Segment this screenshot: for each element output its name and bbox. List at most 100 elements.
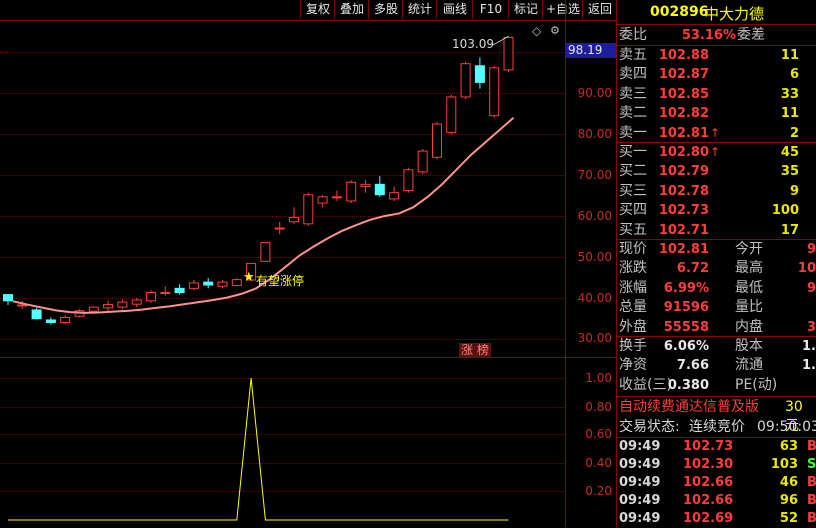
candle-body[interactable] <box>374 183 385 196</box>
quote-label2: 内盘 <box>735 318 763 335</box>
tick-direction: B <box>807 511 816 526</box>
quote-value: 6.72 <box>676 261 709 277</box>
candle-body[interactable] <box>503 36 514 71</box>
candle-body[interactable] <box>160 292 171 295</box>
bid-row[interactable]: 买五 102.71 17 <box>617 221 816 240</box>
candle-body[interactable] <box>432 123 442 158</box>
candle-body[interactable] <box>60 316 71 323</box>
tick-time: 09:49 <box>619 439 661 454</box>
candle-body[interactable] <box>203 281 214 286</box>
quote-panel: 002896 中大力德 委比 53.16% 委差 卖五 102.88 11 卖四 102… <box>617 0 816 527</box>
candle-body[interactable] <box>31 309 42 320</box>
tick-price: 102.30 <box>683 457 734 472</box>
candle-body[interactable] <box>146 292 156 302</box>
bid-volume: 17 <box>780 222 799 238</box>
bid-label: 买五 <box>619 221 647 238</box>
candle-body[interactable] <box>274 227 285 230</box>
tick-volume: 96 <box>779 493 798 508</box>
candle-body[interactable] <box>446 96 457 133</box>
candle-body[interactable] <box>174 287 185 294</box>
kline-chart[interactable] <box>0 0 616 527</box>
pin-icon[interactable]: ◇ <box>532 24 541 38</box>
arrow-up-icon: ↑ <box>710 125 721 140</box>
candle-body[interactable] <box>474 65 485 83</box>
candle-body[interactable] <box>260 242 271 262</box>
ask-volume: 11 <box>780 106 799 122</box>
bid-row[interactable]: 买三 102.78 9 <box>617 182 816 201</box>
candle-body[interactable] <box>103 304 114 309</box>
tick-volume: 46 <box>779 475 798 490</box>
limit-up-badge[interactable]: 涨 榜 <box>459 343 491 357</box>
stock-header: 002896 中大力德 <box>617 0 816 24</box>
quote-row: 涨幅 6.99% 最低 9 <box>617 279 816 298</box>
candle-body[interactable] <box>88 306 99 312</box>
stat-label2: 股本 <box>735 338 763 354</box>
candle-body[interactable] <box>331 196 342 199</box>
stat-label: 换手 <box>619 338 647 354</box>
tick-row: 09:49 102.66 96 B <box>617 492 816 510</box>
quote-value2: 9 <box>806 280 816 296</box>
bid-price: 102.79 <box>658 164 709 180</box>
candle-body[interactable] <box>360 183 371 187</box>
ask-volume: 6 <box>789 67 799 83</box>
candle-body[interactable] <box>131 299 142 305</box>
bid-row[interactable]: 买四 102.73 100 <box>617 201 816 220</box>
indicator-line <box>8 377 509 521</box>
ask-row[interactable]: 卖二 102.82 11 <box>617 104 816 123</box>
stat-row: 换手 6.06% 股本 1. <box>617 337 816 356</box>
quote-row: 现价 102.81 今开 9 <box>617 240 816 259</box>
bid-volume: 100 <box>771 203 799 219</box>
bid-row[interactable]: 买二 102.79 35 <box>617 162 816 181</box>
stat-value: 0.380 <box>667 377 709 393</box>
committee-value: 53.16% <box>681 28 736 43</box>
candle-body[interactable] <box>45 319 56 323</box>
candle-body[interactable] <box>346 181 357 202</box>
ask-volume: 33 <box>780 86 799 102</box>
bid-label: 买二 <box>619 163 647 180</box>
bid-volume: 35 <box>780 164 799 180</box>
candle-body[interactable] <box>117 301 128 308</box>
promo-row[interactable]: 自动续费通达信普及版 30元 <box>617 398 816 434</box>
bid-row[interactable]: 买一 102.80 ↑ 45 <box>617 143 816 162</box>
settings-icon[interactable]: ⚙ <box>550 24 560 37</box>
trade-status-label: 交易状态: <box>619 419 680 435</box>
tick-direction: S <box>807 457 816 472</box>
candle-body[interactable] <box>417 150 428 173</box>
ask-price: 102.85 <box>658 86 709 102</box>
divider <box>617 24 816 25</box>
promo-text[interactable]: 自动续费通达信普及版 <box>619 398 759 417</box>
stat-value: 7.66 <box>676 358 709 374</box>
ask-row[interactable]: 卖五 102.88 11 <box>617 46 816 65</box>
stat-value2: 1. <box>802 339 816 354</box>
ask-price: 102.88 <box>658 48 709 63</box>
tick-price: 102.66 <box>683 493 734 508</box>
ask-label: 卖一 <box>619 124 647 141</box>
candle-body[interactable] <box>289 217 299 223</box>
candle-body[interactable] <box>317 196 328 204</box>
candle-body[interactable] <box>303 194 314 225</box>
ask-row[interactable]: 卖四 102.87 6 <box>617 65 816 84</box>
quote-label2: 最高 <box>735 260 763 277</box>
committee-row: 委比 53.16% 委差 <box>617 26 816 45</box>
candle-body[interactable] <box>489 67 500 117</box>
stat-value: 6.06% <box>663 339 709 354</box>
ask-price: 102.87 <box>658 67 709 83</box>
candle-body[interactable] <box>389 192 400 200</box>
bid-label: 买一 <box>619 144 647 160</box>
ask-row[interactable]: 卖一 102.81 ↑ 2 <box>617 124 816 143</box>
tick-direction: B <box>807 439 816 454</box>
bid-volume: 9 <box>789 183 799 199</box>
candle-body[interactable] <box>231 279 242 286</box>
ask-volume: 11 <box>780 48 799 63</box>
candle-body[interactable] <box>403 169 414 192</box>
arrow-up-icon: ↑ <box>710 145 721 159</box>
stat-label: 收益(三) <box>619 376 672 393</box>
candle-body[interactable] <box>460 63 471 98</box>
ask-row[interactable]: 卖三 102.85 33 <box>617 85 816 104</box>
candle-body[interactable] <box>217 281 228 287</box>
tick-price: 102.66 <box>683 475 734 490</box>
tick-volume: 63 <box>779 439 798 454</box>
stat-value2: 1. <box>802 358 816 374</box>
candle-body[interactable] <box>188 282 199 289</box>
candle-body[interactable] <box>3 294 13 302</box>
